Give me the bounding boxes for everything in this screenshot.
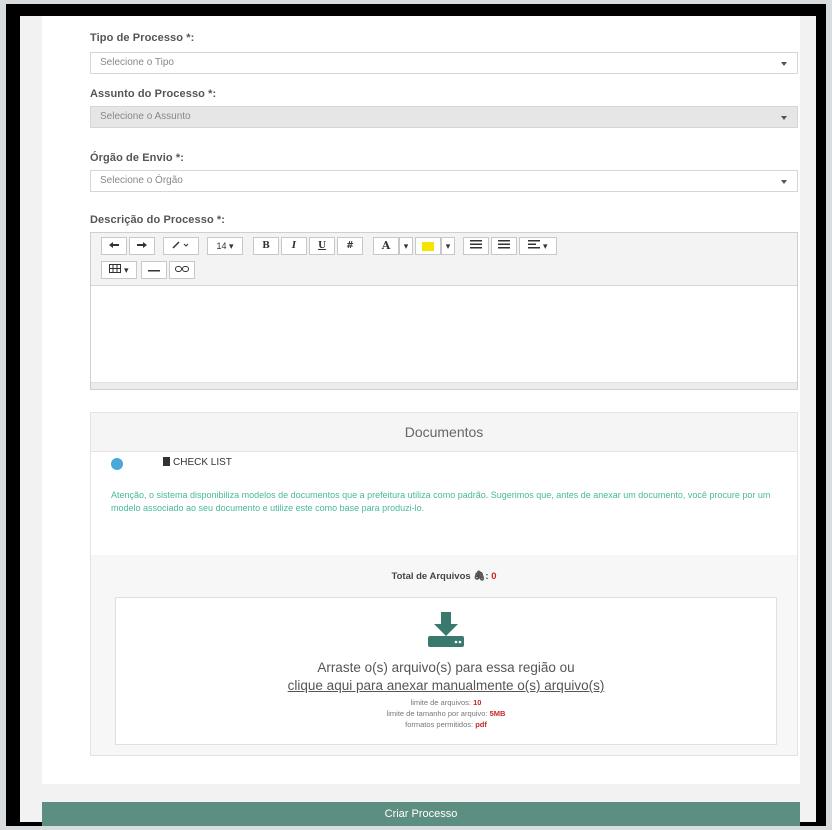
editor-toolbar: 14 ▾ B I U # A ▾ ▾ ▾ ▾ xyxy=(91,233,797,286)
redo-icon[interactable] xyxy=(129,237,155,255)
font-color-dropdown[interactable]: ▾ xyxy=(399,237,413,255)
highlight-swatch xyxy=(422,242,434,252)
eraser-icon[interactable]: # xyxy=(337,237,363,255)
underline-icon[interactable]: U xyxy=(309,237,335,255)
orgao-select[interactable]: Selecione o Órgão xyxy=(90,170,798,192)
font-color-icon[interactable]: A xyxy=(373,237,399,255)
chevron-down-icon xyxy=(781,62,787,66)
create-process-button[interactable]: Criar Processo xyxy=(42,802,800,826)
info-icon[interactable] xyxy=(111,458,123,470)
tipo-label: Tipo de Processo *: xyxy=(90,32,195,44)
highlight-dropdown[interactable]: ▾ xyxy=(441,237,455,255)
drop-instruction: Arraste o(s) arquivo(s) para essa região… xyxy=(317,660,575,675)
align-icon[interactable]: ▾ xyxy=(519,237,557,255)
form-card: Tipo de Processo *: Selecione o Tipo Ass… xyxy=(42,16,800,784)
upload-area: Total de Arquivos 🖇: 0 Arraste o(s) arqu xyxy=(91,555,797,755)
editor-resize-handle[interactable] xyxy=(91,382,797,389)
total-files-count: 0 xyxy=(491,571,497,582)
documents-panel: Documentos CHECK LIST Atenção, o sistema… xyxy=(90,412,798,756)
rich-text-editor[interactable]: 14 ▾ B I U # A ▾ ▾ ▾ ▾ xyxy=(90,232,798,390)
formats-label: formatos permitidos: xyxy=(405,720,474,729)
notice-text: Atenção, o sistema disponibiliza modelos… xyxy=(111,490,771,513)
magic-icon[interactable] xyxy=(163,237,199,255)
documents-tabs: CHECK LIST xyxy=(91,451,797,478)
allowed-formats: formatos permitidos: pdf xyxy=(116,720,776,729)
hr-icon[interactable] xyxy=(141,261,167,279)
paperclip-icon: 🖇 xyxy=(473,571,486,582)
page-background: Tipo de Processo *: Selecione o Tipo Ass… xyxy=(20,16,816,826)
font-size-value: 14 xyxy=(216,241,227,251)
limit-files-value: 10 xyxy=(473,698,482,707)
limit-files: limite de arquivos: 10 xyxy=(116,698,776,707)
assunto-label: Assunto do Processo *: xyxy=(90,88,217,100)
chevron-down-icon xyxy=(781,180,787,184)
assunto-select[interactable]: Selecione o Assunto xyxy=(90,106,798,128)
total-files-label: Total de Arquivos xyxy=(391,571,471,582)
tipo-select[interactable]: Selecione o Tipo xyxy=(90,52,798,74)
tipo-placeholder: Selecione o Tipo xyxy=(100,57,174,68)
descricao-label: Descrição do Processo *: xyxy=(90,214,226,226)
table-icon[interactable]: ▾ xyxy=(101,261,137,279)
documents-notice: Atenção, o sistema disponibiliza modelos… xyxy=(91,477,797,556)
window-frame: Tipo de Processo *: Selecione o Tipo Ass… xyxy=(6,4,826,826)
orgao-placeholder: Selecione o Órgão xyxy=(100,175,183,186)
limit-size-label: limite de tamanho por arquivo: xyxy=(386,709,488,718)
limit-size-value: 5MB xyxy=(489,709,506,718)
tab-check-list[interactable]: CHECK LIST xyxy=(163,457,232,468)
link-icon[interactable] xyxy=(169,261,195,279)
file-dropzone[interactable]: Arraste o(s) arquivo(s) para essa região… xyxy=(115,597,777,745)
tab-check-list-label: CHECK LIST xyxy=(173,457,232,468)
italic-icon[interactable]: I xyxy=(281,237,307,255)
ordered-list-icon[interactable] xyxy=(491,237,517,255)
documents-title: Documentos xyxy=(91,413,797,452)
total-files: Total de Arquivos 🖇: 0 xyxy=(391,571,497,582)
chevron-down-icon xyxy=(781,116,787,120)
undo-icon[interactable] xyxy=(101,237,127,255)
limit-files-label: limite de arquivos: xyxy=(410,698,471,707)
formats-value: pdf xyxy=(475,720,487,729)
font-size-dropdown[interactable]: 14 ▾ xyxy=(207,237,243,255)
download-icon xyxy=(428,612,464,647)
assunto-placeholder: Selecione o Assunto xyxy=(100,111,191,122)
bold-icon[interactable]: B xyxy=(253,237,279,255)
orgao-label: Órgão de Envio *: xyxy=(90,152,184,164)
manual-upload-link[interactable]: clique aqui para anexar manualmente o(s)… xyxy=(116,678,776,693)
file-icon xyxy=(163,457,170,466)
unordered-list-icon[interactable] xyxy=(463,237,489,255)
limit-size: limite de tamanho por arquivo: 5MB xyxy=(116,709,776,718)
highlight-icon[interactable] xyxy=(415,237,441,255)
